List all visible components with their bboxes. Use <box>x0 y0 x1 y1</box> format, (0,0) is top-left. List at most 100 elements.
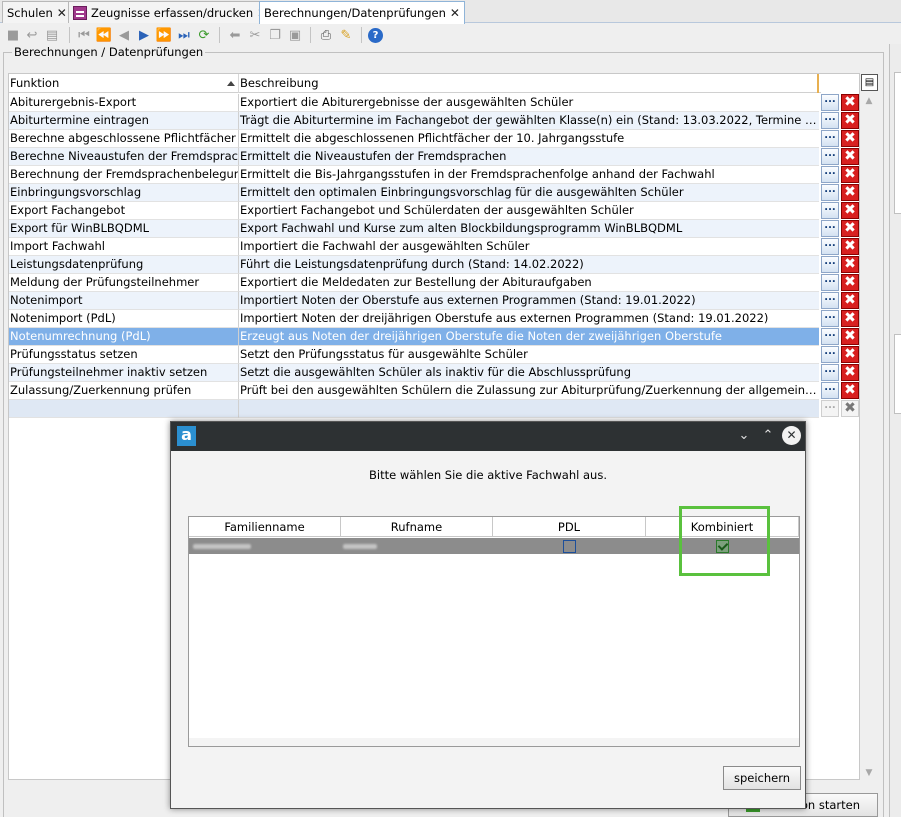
column-header-rufname[interactable]: Rufname <box>341 517 493 537</box>
rewind-icon[interactable]: ⏪ <box>95 26 113 44</box>
details-button[interactable]: ... <box>821 256 839 273</box>
undo-icon[interactable]: ↩ <box>23 26 41 44</box>
details-button[interactable]: ... <box>821 382 839 399</box>
pdl-cell <box>493 538 646 554</box>
details-button[interactable]: ... <box>821 166 839 183</box>
familienname-cell <box>189 538 341 554</box>
details-button[interactable]: ... <box>821 148 839 165</box>
minimize-icon[interactable]: ⌄ <box>735 427 753 445</box>
delete-icon[interactable]: ✖ <box>841 364 859 381</box>
column-header-familienname[interactable]: Familienname <box>189 517 341 537</box>
delete-icon[interactable]: ✖ <box>841 202 859 219</box>
table-row[interactable]: Notenimport (PdL) Importiert Noten der dr… <box>9 310 859 328</box>
paste-icon[interactable]: ▣ <box>286 26 304 44</box>
table-row[interactable]: Prüfungsstatus setzen Setzt den Prüfungss… <box>9 346 859 364</box>
table-row[interactable]: Notenimport Importiert Noten der Oberstuf… <box>9 292 859 310</box>
scroll-up-icon[interactable]: ▲ <box>862 96 876 108</box>
delete-icon[interactable]: ✖ <box>841 274 859 291</box>
beschreibung-cell: Erzeugt aus Noten der dreijährigen Obers… <box>239 328 819 346</box>
refresh-icon[interactable]: ⟳ <box>195 26 213 44</box>
scroll-down-icon[interactable]: ▼ <box>862 768 876 780</box>
column-chooser-icon[interactable]: ▤ <box>861 74 878 91</box>
table-row[interactable]: Einbringungsvorschlag Ermittelt den optim… <box>9 184 859 202</box>
tab-berechnungen[interactable]: Berechnungen/Datenprüfungen ✕ <box>259 1 465 24</box>
details-button[interactable]: ... <box>821 112 839 129</box>
table-row[interactable]: Berechne Niveaustufen der Fremdsprachen E… <box>9 148 859 166</box>
first-icon[interactable]: ⏮ <box>75 26 93 44</box>
fast-forward-icon[interactable]: ⏩ <box>155 26 173 44</box>
delete-icon[interactable]: ✖ <box>841 382 859 399</box>
table-row[interactable]: Export für WinBLBQDML Export Fachwahl und… <box>9 220 859 238</box>
details-button[interactable]: ... <box>821 328 839 345</box>
details-button[interactable]: ... <box>821 94 839 111</box>
maximize-icon[interactable]: ⌃ <box>759 427 777 445</box>
details-button[interactable]: ... <box>821 130 839 147</box>
column-header-pdl[interactable]: PDL <box>493 517 646 537</box>
details-button[interactable]: ... <box>821 346 839 363</box>
vertical-scrollbar[interactable]: ▲ ▼ <box>862 96 876 780</box>
next-icon[interactable]: ▶ <box>135 26 153 44</box>
details-button[interactable]: ... <box>821 220 839 237</box>
beschreibung-cell: Importiert Noten der Oberstufe aus exter… <box>239 292 819 310</box>
delete-icon[interactable]: ✖ <box>841 346 859 363</box>
delete-icon[interactable]: ✖ <box>841 94 859 111</box>
record-icon[interactable]: ▤ <box>43 26 61 44</box>
table-row[interactable]: Export Fachangebot Exportiert Fachangebot… <box>9 202 859 220</box>
delete-icon[interactable]: ✖ <box>841 148 859 165</box>
pdl-checkbox[interactable] <box>563 540 576 553</box>
prev-icon[interactable]: ◀ <box>115 26 133 44</box>
delete-icon[interactable]: ✖ <box>841 292 859 309</box>
delete-icon[interactable]: ✖ <box>841 112 859 129</box>
table-row[interactable]: Abiturergebnis-Export Exportiert die Abit… <box>9 94 859 112</box>
table-row[interactable]: Zulassung/Zuerkennung prüfen Prüft bei de… <box>9 382 859 400</box>
column-header-funktion[interactable]: Funktion <box>9 74 239 93</box>
details-button[interactable]: ... <box>821 310 839 327</box>
tab-zeugnisse[interactable]: Zeugnisse erfassen/drucken ✕ <box>68 1 273 23</box>
delete-icon[interactable]: ✖ <box>841 400 859 417</box>
save-icon[interactable]: ■ <box>4 26 22 44</box>
details-button[interactable]: ... <box>821 202 839 219</box>
close-icon[interactable]: ✕ <box>450 6 460 20</box>
toolbar-separator <box>219 27 220 43</box>
table-row[interactable]: ... ✖ <box>9 400 859 418</box>
delete-icon[interactable]: ✖ <box>841 220 859 237</box>
clear-icon[interactable]: ✎ <box>337 26 355 44</box>
save-button[interactable]: speichern <box>723 766 801 790</box>
table-row[interactable]: Meldung der Prüfungsteilnehmer Exportiert… <box>9 274 859 292</box>
last-icon[interactable]: ⏭ <box>175 26 193 44</box>
beschreibung-cell: Exportiert Fachangebot und Schülerdaten … <box>239 202 819 220</box>
details-button[interactable]: ... <box>821 400 839 417</box>
table-row[interactable]: Notenumrechnung (PdL) Erzeugt aus Noten d… <box>9 328 859 346</box>
horizontal-scrollbar[interactable] <box>189 738 799 746</box>
delete-icon[interactable]: ✖ <box>841 130 859 147</box>
help-icon[interactable]: ? <box>368 28 383 43</box>
close-icon[interactable]: ✕ <box>782 426 801 445</box>
delete-icon[interactable]: ✖ <box>841 238 859 255</box>
table-row[interactable]: Berechnung der Fremdsprachenbelegung Ermi… <box>9 166 859 184</box>
copy-icon[interactable]: ❐ <box>266 26 284 44</box>
beschreibung-cell: Importiert Noten der dreijährigen Oberst… <box>239 310 819 328</box>
column-header-beschreibung[interactable]: Beschreibung <box>239 74 819 93</box>
delete-icon[interactable]: ✖ <box>841 184 859 201</box>
table-row[interactable]: Leistungsdatenprüfung Führt die Leistungs… <box>9 256 859 274</box>
delete-icon[interactable]: ✖ <box>841 256 859 273</box>
beschreibung-cell: Export Fachwahl und Kurse zum alten Bloc… <box>239 220 819 238</box>
table-row[interactable]: Abiturtermine eintragen Trägt die Abiturt… <box>9 112 859 130</box>
table-row[interactable]: Berechne abgeschlossene Pflichtfächer Erm… <box>9 130 859 148</box>
close-icon[interactable]: ✕ <box>57 6 67 20</box>
delete-icon[interactable]: ✖ <box>841 166 859 183</box>
dialog-titlebar[interactable]: a ⌄ ⌃ ✕ <box>171 422 805 451</box>
table-row[interactable]: Import Fachwahl Importiert die Fachwahl d… <box>9 238 859 256</box>
details-button[interactable]: ... <box>821 364 839 381</box>
details-button[interactable]: ... <box>821 238 839 255</box>
table-row[interactable]: Prüfungsteilnehmer inaktiv setzen Setzt d… <box>9 364 859 382</box>
tab-schulen[interactable]: Schulen ✕ <box>2 1 72 23</box>
print-icon[interactable]: ⎙ <box>317 26 335 44</box>
delete-icon[interactable]: ✖ <box>841 328 859 345</box>
cut-icon[interactable]: ✂ <box>246 26 264 44</box>
back-arrow-icon[interactable]: ⬅ <box>226 26 244 44</box>
details-button[interactable]: ... <box>821 274 839 291</box>
details-button[interactable]: ... <box>821 184 839 201</box>
details-button[interactable]: ... <box>821 292 839 309</box>
delete-icon[interactable]: ✖ <box>841 310 859 327</box>
